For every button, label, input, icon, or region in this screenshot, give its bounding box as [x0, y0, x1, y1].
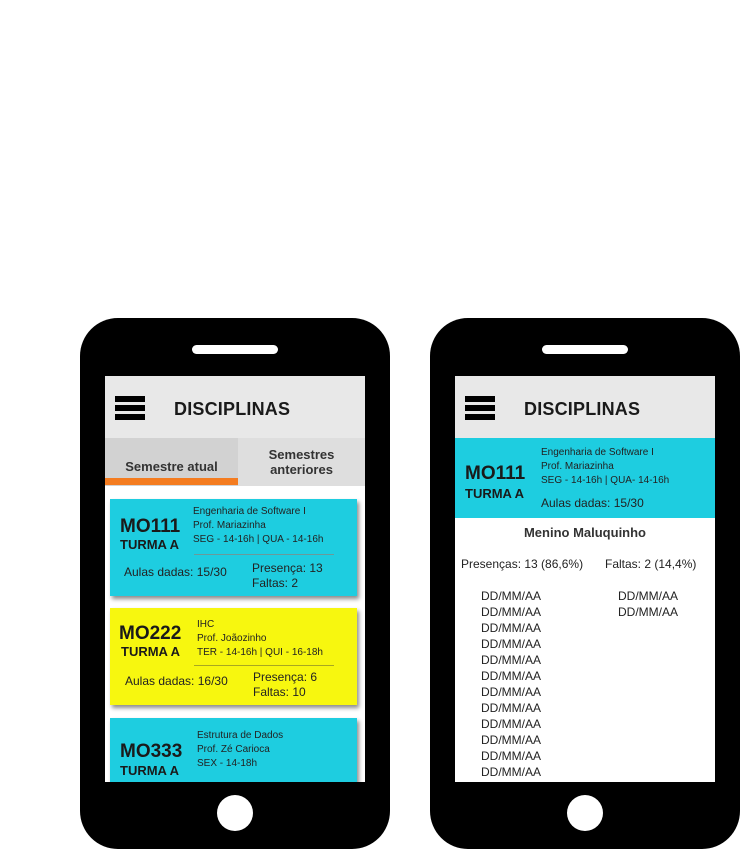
presence-date: DD/MM/AA [481, 733, 541, 747]
page-title: DISCIPLINAS [174, 399, 291, 419]
screen-course-list: DISCIPLINAS Semestre atual Semestres ant… [105, 376, 365, 782]
course-card-mo333[interactable]: MO333 TURMA A Estrutura de Dados Prof. Z… [110, 718, 357, 782]
tab-semestres-anteriores[interactable]: Semestres anteriores [238, 438, 365, 486]
presence-date: DD/MM/AA [481, 621, 541, 635]
aulas-dadas: Aulas dadas: 16/30 [125, 674, 228, 688]
phone-left: DISCIPLINAS Semestre atual Semestres ant… [80, 318, 390, 849]
course-turma: TURMA A [465, 486, 524, 501]
course-schedule: SEG - 14-16h | QUA- 14-16h [541, 475, 670, 486]
aulas-dadas: Aulas dadas: 15/30 [541, 496, 644, 510]
phone-speaker [192, 345, 278, 354]
course-schedule: SEX - 14-18h [197, 758, 258, 769]
course-professor: Prof. Mariazinha [193, 520, 266, 531]
presenca-count: Presença: 6 [253, 670, 318, 684]
faltas-summary: Faltas: 2 (14,4%) [605, 557, 697, 571]
course-name: Engenharia de Software I [193, 506, 306, 517]
presence-date: DD/MM/AA [481, 765, 541, 779]
hamburger-menu-icon[interactable] [115, 396, 145, 420]
course-card-mo222[interactable]: MO222 TURMA A IHC Prof. Joãozinho TER - … [110, 608, 357, 705]
faltas-count: Faltas: 2 [252, 576, 299, 590]
presence-date: DD/MM/AA [481, 701, 541, 715]
presence-date: DD/MM/AA [481, 653, 541, 667]
course-code: MO333 [120, 741, 183, 762]
home-button[interactable] [217, 795, 253, 831]
presence-date: DD/MM/AA [481, 589, 541, 603]
course-name: Estrutura de Dados [197, 730, 284, 741]
course-name: IHC [197, 619, 215, 630]
course-schedule: TER - 14-16h | QUI - 16-18h [197, 647, 323, 658]
course-turma: TURMA A [121, 644, 180, 659]
hamburger-menu-icon[interactable] [465, 396, 495, 420]
course-code: MO111 [120, 516, 181, 537]
course-detail-header: MO111 TURMA A Engenharia de Software I P… [455, 438, 715, 518]
presence-date: DD/MM/AA [481, 685, 541, 699]
course-code: MO111 [465, 463, 526, 484]
page-title: DISCIPLINAS [524, 399, 641, 419]
phone-speaker [542, 345, 628, 354]
course-code: MO222 [119, 623, 182, 644]
presence-date: DD/MM/AA [481, 749, 541, 763]
course-name: Engenharia de Software I [541, 447, 654, 458]
presence-dates-list: DD/MM/AA DD/MM/AA DD/MM/AA DD/MM/AA DD/M… [481, 588, 541, 780]
tab-label: Semestre atual [125, 458, 218, 474]
student-name: Menino Maluquinho [523, 525, 647, 540]
course-professor: Prof. Mariazinha [541, 461, 614, 472]
course-professor: Prof. Joãozinho [197, 633, 267, 644]
active-tab-indicator [105, 478, 238, 485]
presence-date: DD/MM/AA [481, 669, 541, 683]
tab-label: Semestres anteriores [268, 447, 335, 477]
course-turma: TURMA A [120, 763, 179, 778]
divider [194, 665, 334, 666]
absence-date: DD/MM/AA [618, 589, 678, 603]
presencas-summary: Presenças: 13 (86,6%) [461, 557, 584, 571]
home-button[interactable] [567, 795, 603, 831]
phone-right: DISCIPLINAS MO111 TURMA A Engenharia de … [430, 318, 740, 849]
tab-bar: Semestre atual Semestres anteriores [105, 438, 365, 486]
absence-date: DD/MM/AA [618, 605, 678, 619]
course-turma: TURMA A [120, 537, 179, 552]
app-bar: DISCIPLINAS [455, 376, 715, 438]
presenca-count: Presença: 13 [252, 561, 323, 575]
course-schedule: SEG - 14-16h | QUA - 14-16h [193, 534, 324, 545]
course-professor: Prof. Zé Carioca [197, 744, 270, 755]
presence-date: DD/MM/AA [481, 717, 541, 731]
presence-date: DD/MM/AA [481, 605, 541, 619]
aulas-dadas: Aulas dadas: 15/30 [124, 565, 227, 579]
screen-course-detail: DISCIPLINAS MO111 TURMA A Engenharia de … [455, 376, 715, 782]
absence-dates-list: DD/MM/AA DD/MM/AA [618, 588, 678, 620]
divider [194, 554, 334, 555]
faltas-count: Faltas: 10 [253, 685, 306, 699]
presence-date: DD/MM/AA [481, 637, 541, 651]
app-bar: DISCIPLINAS [105, 376, 365, 438]
course-card-mo111[interactable]: MO111 TURMA A Engenharia de Software I P… [110, 499, 357, 596]
